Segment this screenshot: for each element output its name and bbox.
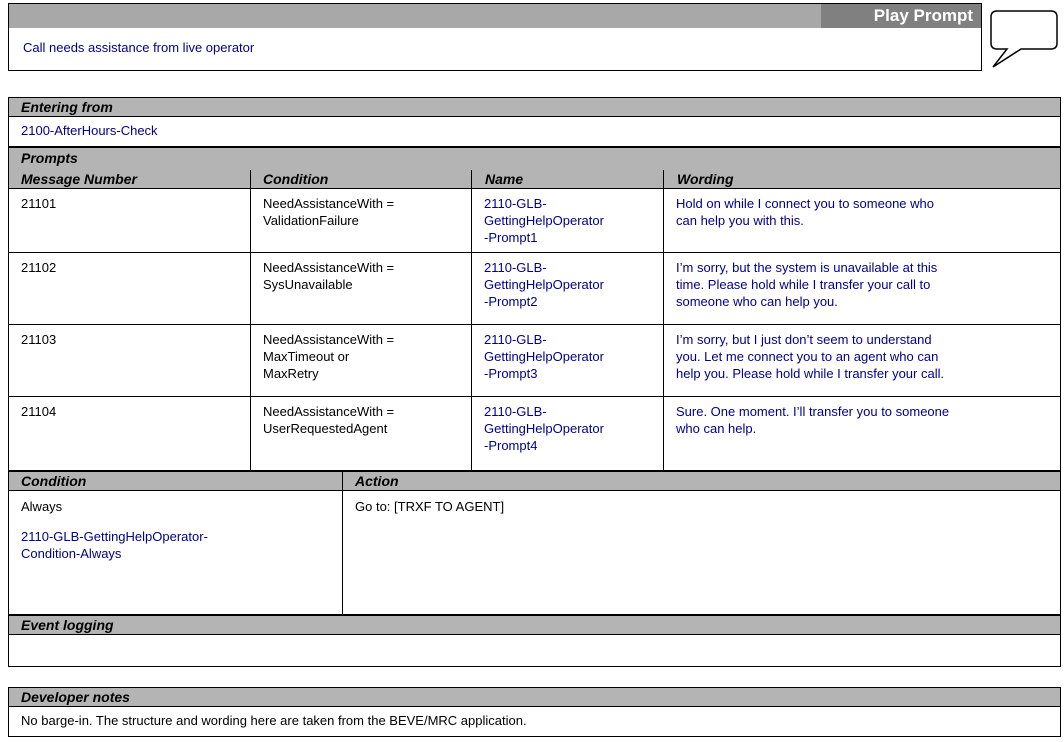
speech-bubble-icon-box — [981, 3, 1061, 71]
table-row: 21104 NeedAssistanceWith = UserRequested… — [8, 397, 1061, 471]
table-row: 21103 NeedAssistanceWith = MaxTimeout or… — [8, 325, 1061, 397]
prompt-wording: I’m sorry, but the system is unavailable… — [663, 253, 1060, 324]
prompt-name: 2110-GLB- GettingHelpOperator -Prompt2 — [471, 253, 663, 324]
prompt-wording: Sure. One moment. I’ll transfer you to s… — [663, 397, 1060, 470]
table-row: 21102 NeedAssistanceWith = SysUnavailabl… — [8, 253, 1061, 325]
event-logging-value — [8, 635, 1061, 667]
col-condition: Condition — [263, 171, 329, 187]
prompt-wording: I’m sorry, but I just don’t seem to unde… — [663, 325, 1060, 396]
action-heading: Action — [355, 473, 399, 489]
prompt-wording: Hold on while I connect you to someone w… — [663, 189, 1060, 252]
event-logging-header: Event logging — [8, 615, 1061, 635]
message-number: 21104 — [21, 404, 57, 419]
col-name: Name — [485, 171, 524, 187]
developer-notes-value: No barge-in. The structure and wording h… — [8, 707, 1061, 737]
condition-value: Always — [21, 499, 63, 514]
prompts-header: Prompts Message Number Condition Name Wo… — [8, 147, 1061, 189]
developer-notes-header: Developer notes — [8, 687, 1061, 707]
row-condition: NeedAssistanceWith = UserRequestedAgent — [250, 397, 471, 470]
row-condition: NeedAssistanceWith = ValidationFailure — [250, 189, 471, 252]
prompt-name: 2110-GLB- GettingHelpOperator -Prompt1 — [471, 189, 663, 252]
prompts-title: Prompts — [21, 150, 78, 166]
col-message-number: Message Number — [21, 171, 137, 187]
condition-action-header: Condition Action — [8, 471, 1061, 491]
row-condition: NeedAssistanceWith = MaxTimeout or MaxRe… — [250, 325, 471, 396]
prompt-name: 2110-GLB- GettingHelpOperator -Prompt4 — [471, 397, 663, 470]
row-condition: NeedAssistanceWith = SysUnavailable — [250, 253, 471, 324]
condition-action-body: Always 2110-GLB-GettingHelpOperator- Con… — [8, 491, 1061, 615]
message-number: 21101 — [21, 196, 57, 211]
condition-heading: Condition — [21, 473, 87, 489]
entering-from-header: Entering from — [8, 97, 1061, 117]
action-value: Go to: [TRXF TO AGENT] — [355, 499, 505, 514]
prompt-header: Play Prompt Call needs assistance from l… — [8, 3, 982, 71]
header-bar: Play Prompt — [9, 4, 981, 28]
message-number: 21103 — [21, 332, 57, 347]
prompt-name: 2110-GLB- GettingHelpOperator -Prompt3 — [471, 325, 663, 396]
page-title: Play Prompt — [821, 4, 981, 28]
speech-bubble-icon — [990, 10, 1058, 68]
message-number: 21102 — [21, 260, 57, 275]
condition-name: 2110-GLB-GettingHelpOperator- Condition-… — [21, 529, 208, 561]
entering-from-value: 2100-AfterHours-Check — [8, 117, 1061, 147]
table-row: 21101 NeedAssistanceWith = ValidationFai… — [8, 189, 1061, 253]
prompt-description: Call needs assistance from live operator — [23, 40, 255, 55]
col-wording: Wording — [677, 171, 734, 187]
